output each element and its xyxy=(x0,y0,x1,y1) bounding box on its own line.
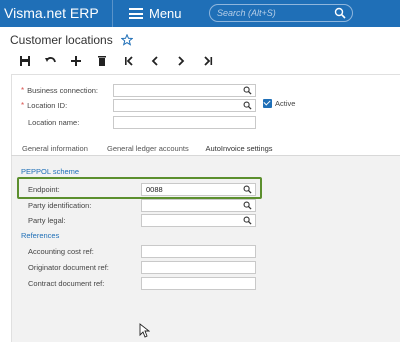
location-id-field[interactable] xyxy=(113,99,256,112)
lookup-icon[interactable] xyxy=(243,201,252,210)
page-header: Customer locations xyxy=(10,30,133,50)
page-title: Customer locations xyxy=(10,33,113,47)
app-title[interactable]: Visma.net ERP xyxy=(0,0,113,27)
business-connection-field[interactable] xyxy=(113,84,256,97)
contract-document-ref-field[interactable] xyxy=(141,277,256,290)
tab-divider xyxy=(11,155,400,156)
save-icon[interactable] xyxy=(17,53,33,69)
add-icon[interactable] xyxy=(68,53,84,69)
toolbar xyxy=(0,50,400,72)
menu-label: Menu xyxy=(149,6,182,21)
menu-button[interactable]: Menu xyxy=(113,6,207,21)
top-bar: Visma.net ERP Menu xyxy=(0,0,400,27)
search-box[interactable] xyxy=(209,4,353,22)
lookup-icon[interactable] xyxy=(243,185,252,194)
search-icon[interactable] xyxy=(334,7,346,19)
party-legal-field[interactable] xyxy=(141,214,256,227)
first-record-icon[interactable] xyxy=(121,53,137,69)
references-section-title[interactable]: References xyxy=(21,231,59,240)
location-name-label: Location name: xyxy=(28,118,80,127)
mouse-cursor-icon xyxy=(139,323,150,338)
accounting-cost-ref-field[interactable] xyxy=(141,245,256,258)
peppol-section-title[interactable]: PEPPOL scheme xyxy=(21,167,79,176)
lookup-icon[interactable] xyxy=(243,86,252,95)
delete-icon[interactable] xyxy=(94,53,110,69)
lookup-icon[interactable] xyxy=(243,101,252,110)
undo-icon[interactable] xyxy=(43,53,59,69)
search-input[interactable] xyxy=(217,8,329,18)
star-icon[interactable] xyxy=(120,34,133,46)
checkbox-checked-icon[interactable] xyxy=(263,99,272,108)
party-legal-label: Party legal: xyxy=(28,216,66,225)
lookup-icon[interactable] xyxy=(243,216,252,225)
hamburger-icon xyxy=(129,8,143,19)
endpoint-label: Endpoint: xyxy=(28,185,60,194)
location-name-field[interactable] xyxy=(113,116,256,129)
business-connection-label: * Business connection: xyxy=(21,86,99,95)
next-record-icon[interactable] xyxy=(173,53,189,69)
location-id-label: * Location ID: xyxy=(21,101,68,110)
last-record-icon[interactable] xyxy=(200,53,216,69)
originator-document-ref-field[interactable] xyxy=(141,261,256,274)
active-checkbox[interactable]: Active xyxy=(263,99,295,108)
party-identification-field[interactable] xyxy=(141,199,256,212)
endpoint-field[interactable]: 0088 xyxy=(141,183,256,196)
originator-document-ref-label: Originator document ref: xyxy=(28,263,109,272)
contract-document-ref-label: Contract document ref: xyxy=(28,279,105,288)
previous-record-icon[interactable] xyxy=(147,53,163,69)
accounting-cost-ref-label: Accounting cost ref: xyxy=(28,247,94,256)
active-label: Active xyxy=(275,99,296,108)
party-identification-label: Party identification: xyxy=(28,201,92,210)
